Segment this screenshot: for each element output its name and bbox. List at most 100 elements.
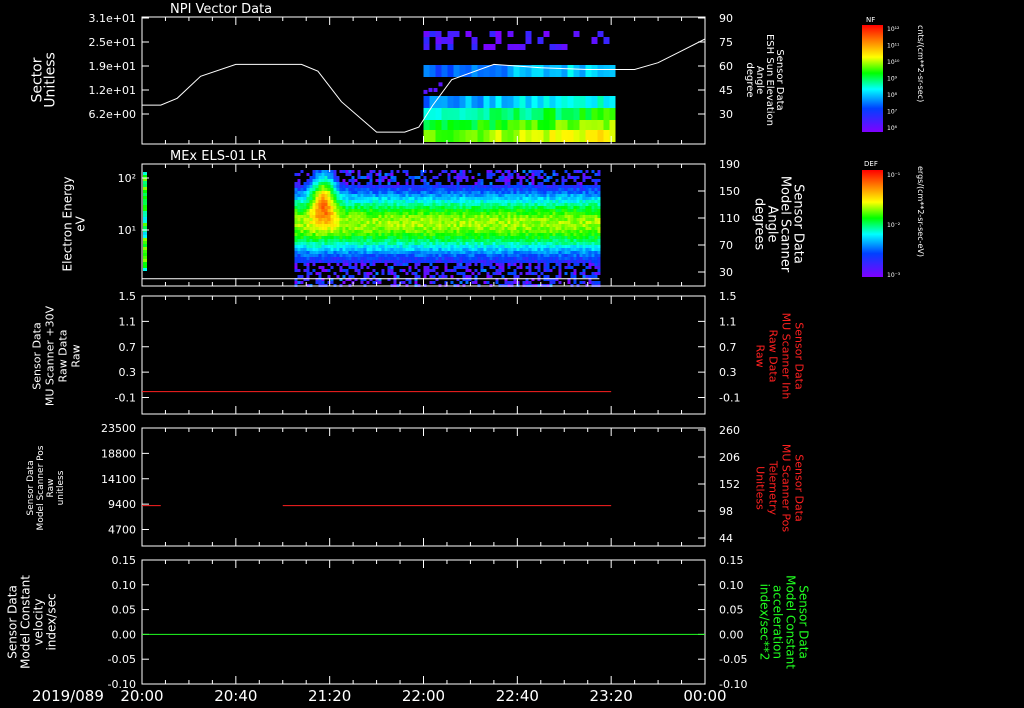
time-tick-label: 22:40 (496, 687, 539, 705)
yticks-left-npi: 3.1e+012.5e+011.9e+011.2e+016.2e+00 (89, 12, 149, 121)
heatmap-cell (444, 266, 448, 269)
heatmap-cell (312, 236, 316, 239)
heatmap-cell (573, 179, 577, 182)
heatmap-cell (567, 96, 574, 108)
heatmap-cell (294, 233, 298, 236)
heatmap-cell (480, 194, 484, 197)
heatmap-cell (486, 263, 490, 266)
heatmap-cell (309, 272, 313, 275)
heatmap-cell (453, 251, 457, 254)
heatmap-cell (534, 212, 538, 215)
heatmap-cell (552, 230, 556, 233)
heatmap-cell (423, 194, 427, 197)
heatmap-cell (330, 221, 334, 224)
heatmap-cell (399, 251, 403, 254)
heatmap-cell (357, 176, 361, 179)
heatmap-cell (561, 251, 565, 254)
heatmap-cell (552, 209, 556, 212)
heatmap-cell (537, 185, 541, 188)
heatmap-cell (504, 203, 508, 206)
heatmap-cell (516, 233, 520, 236)
heatmap-cell (143, 235, 147, 238)
heatmap-cell (519, 197, 523, 200)
heatmap-cell (417, 233, 421, 236)
heatmap-cell (519, 263, 523, 266)
heatmap-cell (435, 188, 439, 191)
heatmap-cell (450, 197, 454, 200)
heatmap-cell (525, 215, 529, 218)
heatmap-cell (528, 254, 532, 257)
heatmap-cell (564, 239, 568, 242)
heatmap-cell (582, 197, 586, 200)
heatmap-cell (552, 236, 556, 239)
heatmap-cell (471, 248, 475, 251)
heatmap-cell (345, 260, 349, 263)
heatmap-cell (570, 230, 574, 233)
heatmap-cell (297, 197, 301, 200)
heatmap-cell (423, 209, 427, 212)
heatmap-cell (597, 242, 601, 245)
heatmap-cell (534, 242, 538, 245)
heatmap-cell (495, 203, 499, 206)
heatmap-cell (327, 251, 331, 254)
heatmap-cell (489, 182, 493, 185)
colorbar-tick-label: 10⁻¹ (887, 172, 901, 179)
heatmap-cell (429, 209, 433, 212)
heatmap-cell (381, 212, 385, 215)
heatmap-cell (561, 212, 565, 215)
heatmap-cell (486, 200, 490, 203)
heatmap-cell (510, 212, 514, 215)
heatmap-cell (450, 245, 454, 248)
heatmap-cell (345, 194, 349, 197)
heatmap-cell (486, 233, 490, 236)
heatmap-cell (435, 239, 439, 242)
heatmap-cell (525, 224, 529, 227)
heatmap-cell (366, 245, 370, 248)
heatmap-cell (486, 209, 490, 212)
heatmap-cell (507, 130, 514, 142)
heatmap-cell (372, 239, 376, 242)
heatmap-cell (519, 191, 523, 194)
heatmap-cell (312, 185, 316, 188)
heatmap-cell (357, 272, 361, 275)
heatmap-cell (309, 218, 313, 221)
heatmap-cell (312, 191, 316, 194)
heatmap-cell (456, 248, 460, 251)
heatmap-cell (456, 212, 460, 215)
heatmap-cell (474, 251, 478, 254)
heatmap-cell (516, 236, 520, 239)
heatmap-cell (393, 179, 397, 182)
heatmap-cell (339, 239, 343, 242)
heatmap-cell (378, 200, 382, 203)
heatmap-cell (399, 218, 403, 221)
heatmap-cell (384, 212, 388, 215)
heatmap-cell (294, 200, 298, 203)
heatmap-cell (522, 254, 526, 257)
heatmap-cell (564, 260, 568, 263)
heatmap-cell (495, 242, 499, 245)
heatmap-cell (330, 242, 334, 245)
heatmap-cell (537, 197, 541, 200)
heatmap-cell (444, 218, 448, 221)
heatmap-cell (558, 227, 562, 230)
heatmap-cell (525, 236, 529, 239)
heatmap-cell (318, 197, 322, 200)
heatmap-cell (480, 269, 484, 272)
heatmap-cell (531, 224, 535, 227)
heatmap-cell (324, 215, 328, 218)
heatmap-cell (429, 224, 433, 227)
heatmap-cell (300, 257, 304, 260)
heatmap-cell (588, 233, 592, 236)
heatmap-cell (426, 224, 430, 227)
heatmap-cell (339, 245, 343, 248)
heatmap-cell (489, 194, 493, 197)
heatmap-cell (315, 254, 319, 257)
heatmap-cell (585, 188, 589, 191)
heatmap-cell (309, 233, 313, 236)
heatmap-cell (552, 251, 556, 254)
heatmap-cell (579, 260, 583, 263)
label-line: Model Scanner Pos (36, 445, 46, 530)
heatmap-cell (426, 266, 430, 269)
heatmap-cell (453, 176, 457, 179)
heatmap-cell (375, 173, 379, 176)
